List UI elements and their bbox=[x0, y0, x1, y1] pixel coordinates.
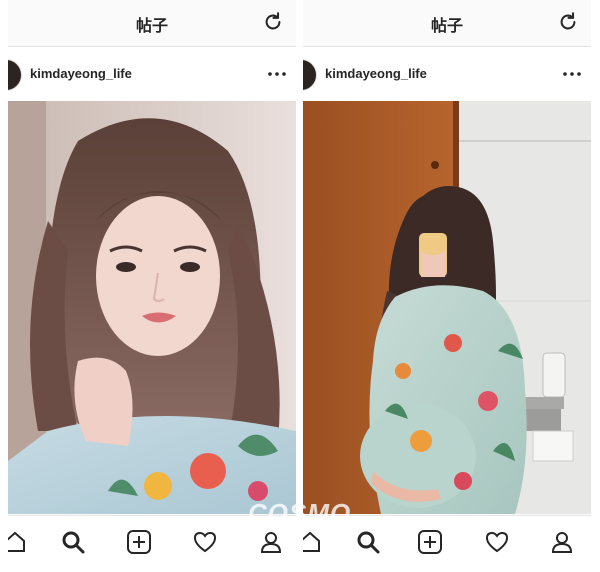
top-navigation-bar: 帖子 bbox=[303, 0, 591, 47]
search-icon[interactable] bbox=[60, 529, 86, 555]
post-username[interactable]: kimdayeong_life bbox=[325, 66, 427, 81]
heart-icon[interactable] bbox=[192, 529, 218, 555]
avatar[interactable] bbox=[8, 59, 22, 91]
search-icon[interactable] bbox=[355, 529, 381, 555]
page-title: 帖子 bbox=[135, 18, 168, 35]
post-photo[interactable] bbox=[303, 101, 591, 514]
add-icon[interactable] bbox=[126, 529, 152, 555]
avatar[interactable] bbox=[303, 59, 317, 91]
post-header: kimdayeong_life bbox=[303, 47, 591, 101]
home-icon[interactable] bbox=[303, 529, 323, 555]
refresh-icon[interactable] bbox=[557, 11, 579, 33]
page-title: 帖子 bbox=[430, 18, 463, 35]
add-icon[interactable] bbox=[417, 529, 443, 555]
profile-icon[interactable] bbox=[258, 529, 284, 555]
more-icon[interactable] bbox=[268, 72, 286, 76]
post-header: kimdayeong_life bbox=[8, 47, 296, 101]
refresh-icon[interactable] bbox=[262, 11, 284, 33]
home-icon[interactable] bbox=[8, 529, 28, 555]
post-username[interactable]: kimdayeong_life bbox=[30, 66, 132, 81]
more-icon[interactable] bbox=[563, 72, 581, 76]
panel-divider bbox=[296, 0, 303, 572]
top-navigation-bar: 帖子 bbox=[8, 0, 296, 47]
instagram-screen-right: 帖子 kimdayeong_life bbox=[303, 0, 591, 572]
heart-icon[interactable] bbox=[484, 529, 510, 555]
watermark: COSMO bbox=[248, 498, 352, 528]
post-photo[interactable] bbox=[8, 101, 296, 514]
instagram-screen-left: 帖子 kimdayeong_life bbox=[8, 0, 296, 572]
profile-icon[interactable] bbox=[549, 529, 575, 555]
